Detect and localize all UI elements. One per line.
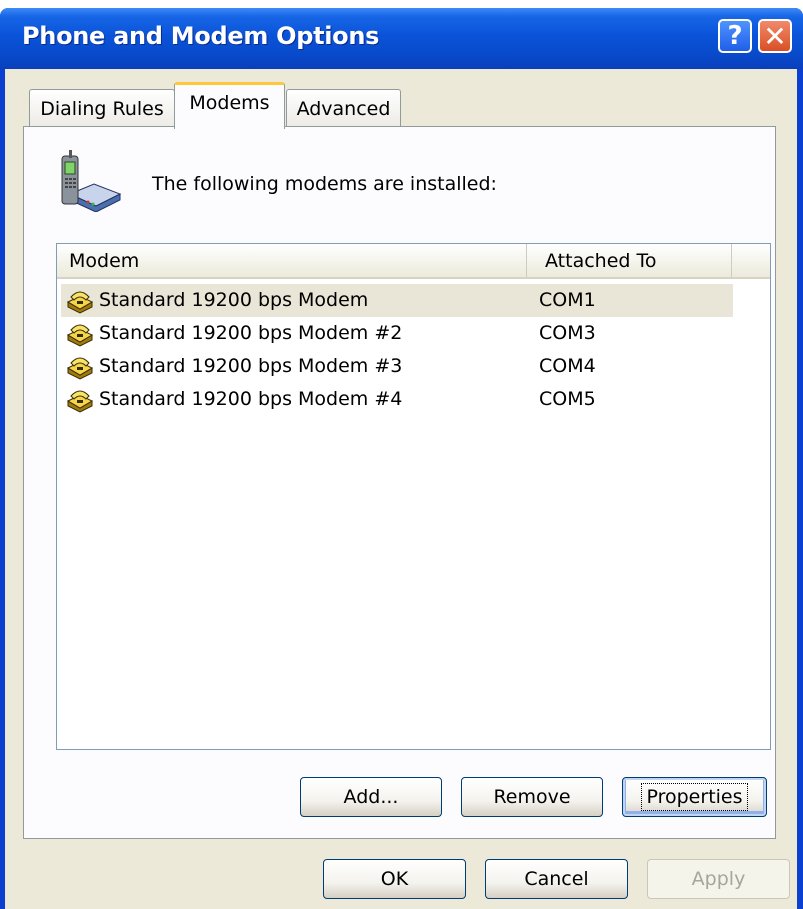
table-row[interactable]: Standard 19200 bps Modem #3 COM4 — [61, 350, 733, 383]
column-header-filler — [732, 244, 770, 277]
dialog-client-area: Dialing Rules Modems Advanced The follow… — [5, 69, 797, 909]
list-header: Modem Attached To — [57, 244, 770, 279]
title-bar[interactable]: Phone and Modem Options ? ✕ — [0, 8, 803, 69]
modem-port: COM1 — [539, 289, 596, 311]
modem-icon — [65, 288, 95, 314]
properties-button[interactable]: Properties — [622, 777, 767, 817]
modem-name: Standard 19200 bps Modem #4 — [99, 388, 403, 410]
phone-modem-icon — [61, 150, 122, 212]
installed-modems-caption: The following modems are installed: — [152, 173, 497, 195]
close-icon: ✕ — [763, 19, 787, 53]
modem-icon — [65, 321, 95, 347]
ok-button[interactable]: OK — [323, 859, 466, 899]
modems-tab-panel: The following modems are installed: Mode… — [23, 126, 776, 839]
help-button[interactable]: ? — [718, 19, 752, 53]
close-button[interactable]: ✕ — [758, 19, 792, 53]
add-button[interactable]: Add... — [300, 777, 442, 817]
apply-button[interactable]: Apply — [647, 859, 790, 899]
dialog-window: Phone and Modem Options ? ✕ Dialing Rule… — [0, 8, 803, 909]
modem-port: COM5 — [539, 388, 596, 410]
modem-icon — [65, 354, 95, 380]
modem-list[interactable]: Modem Attached To Standard 19200 bps Mod… — [56, 243, 771, 750]
remove-button[interactable]: Remove — [461, 777, 603, 817]
tab-advanced[interactable]: Advanced — [286, 89, 401, 127]
properties-button-label: Properties — [641, 783, 748, 811]
help-icon: ? — [727, 21, 743, 51]
modem-name: Standard 19200 bps Modem #3 — [99, 355, 403, 377]
window-title: Phone and Modem Options — [22, 22, 380, 50]
column-header-attached-to[interactable]: Attached To — [527, 244, 732, 277]
cancel-button[interactable]: Cancel — [485, 859, 628, 899]
modem-icon — [65, 387, 95, 413]
tab-modems[interactable]: Modems — [174, 82, 285, 129]
table-row[interactable]: Standard 19200 bps Modem #2 COM3 — [61, 317, 733, 350]
table-row[interactable]: Standard 19200 bps Modem COM1 — [61, 284, 733, 317]
column-header-modem[interactable]: Modem — [57, 244, 527, 277]
modem-port: COM4 — [539, 355, 596, 377]
table-row[interactable]: Standard 19200 bps Modem #4 COM5 — [61, 383, 733, 416]
tab-dialing-rules[interactable]: Dialing Rules — [29, 89, 175, 127]
modem-name: Standard 19200 bps Modem — [99, 289, 369, 311]
modem-port: COM3 — [539, 322, 596, 344]
modem-name: Standard 19200 bps Modem #2 — [99, 322, 403, 344]
